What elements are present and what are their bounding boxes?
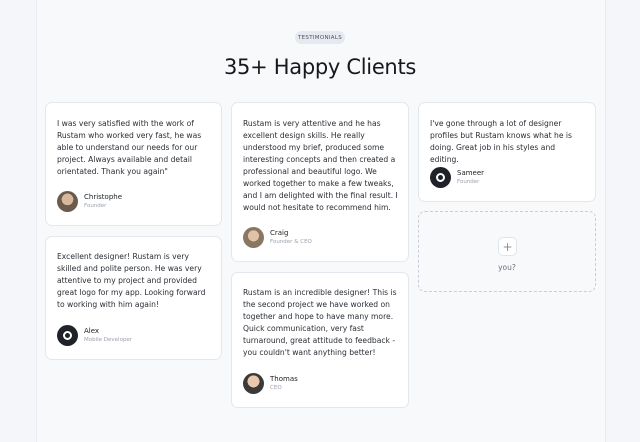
testimonial-card: Excellent designer! Rustam is very skill… (45, 236, 222, 360)
testimonial-author: Christophe Founder (57, 191, 122, 212)
author-role: Mobile Developer (84, 336, 133, 343)
avatar (430, 167, 451, 188)
testimonial-card: Rustam is an incredible designer! This i… (231, 272, 409, 408)
testimonial-card: Rustam is very attentive and he has exce… (231, 102, 409, 262)
testimonial-author: Sameer Founder (430, 167, 484, 188)
author-name: Sameer (457, 168, 485, 177)
avatar (243, 227, 264, 248)
author-name: Craig (270, 228, 289, 237)
avatar (243, 373, 264, 394)
avatar (57, 191, 78, 212)
testimonial-card: I was very satisfied with the work of Ru… (45, 102, 222, 226)
testimonial-quote: Rustam is an incredible designer! This i… (243, 288, 397, 357)
add-testimonial-card[interactable]: + you? (418, 211, 596, 292)
plus-icon[interactable]: + (498, 237, 517, 256)
testimonial-quote: Rustam is very attentive and he has exce… (243, 119, 398, 212)
author-role: Founder & CEO (270, 238, 312, 245)
section-title: 35+ Happy Clients (223, 55, 417, 79)
testimonial-quote: I've gone through a lot of designer prof… (430, 119, 572, 164)
testimonial-quote: I was very satisfied with the work of Ru… (57, 119, 202, 176)
author-name: Christophe (84, 192, 123, 201)
author-role: CEO (270, 384, 282, 391)
testimonial-quote: Excellent designer! Rustam is very skill… (57, 252, 206, 309)
avatar (57, 325, 78, 346)
author-role: Founder (84, 202, 107, 209)
author-role: Founder (457, 178, 480, 185)
section-badge: TESTIMONIALS (295, 31, 345, 44)
add-testimonial-label: you? (498, 263, 516, 272)
author-name: Thomas (270, 374, 298, 383)
testimonial-author: Alex Mobile Developer (57, 325, 132, 346)
author-name: Alex (84, 326, 100, 335)
testimonial-author: Thomas CEO (243, 373, 298, 394)
testimonial-author: Craig Founder & CEO (243, 227, 312, 248)
testimonial-card: I've gone through a lot of designer prof… (418, 102, 596, 202)
